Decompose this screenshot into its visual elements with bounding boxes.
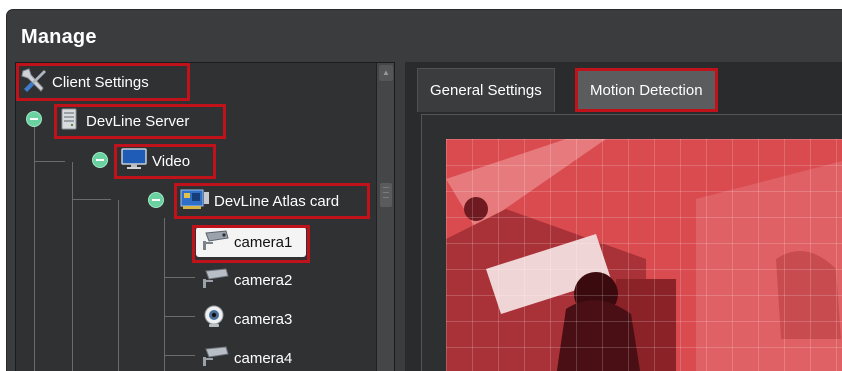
collapse-toggle-server[interactable] (26, 111, 42, 127)
window-title: Manage (21, 26, 97, 48)
motion-grid-overlay (446, 139, 842, 371)
settings-panel: General Settings Motion Detection (405, 62, 842, 371)
motion-detection-preview[interactable] (446, 139, 842, 371)
tab-general-settings[interactable]: General Settings (417, 68, 555, 112)
tab-content (421, 114, 842, 371)
webcam-icon (200, 305, 230, 333)
tree-item-camera2[interactable]: camera2 (200, 265, 292, 295)
cctv-camera-icon (200, 267, 230, 293)
manage-window: Manage Client Settings DevLine Server Vi… (6, 9, 842, 371)
highlight-devline-atlas-card (174, 183, 370, 219)
collapse-toggle-card[interactable] (148, 192, 164, 208)
cctv-camera-icon (200, 345, 230, 371)
highlight-devline-server (54, 104, 226, 139)
scroll-up-arrow-icon[interactable]: ▲ (379, 65, 393, 81)
highlight-video (114, 144, 216, 179)
scrollbar-thumb[interactable] (380, 183, 392, 207)
highlight-camera1 (192, 225, 310, 263)
tab-motion-detection[interactable]: Motion Detection (575, 68, 718, 112)
tree-item-label: camera2 (234, 271, 293, 289)
highlight-client-settings (16, 63, 190, 101)
tree-scrollbar[interactable]: ▲ (376, 63, 394, 371)
tree-item-camera3[interactable]: camera3 (200, 304, 292, 334)
tree-item-camera4[interactable]: camera4 (200, 343, 292, 371)
tree-item-label: camera4 (234, 349, 293, 367)
device-tree: Client Settings DevLine Server Video Dev… (15, 62, 395, 371)
collapse-toggle-video[interactable] (92, 152, 108, 168)
tree-item-label: camera3 (234, 310, 293, 328)
